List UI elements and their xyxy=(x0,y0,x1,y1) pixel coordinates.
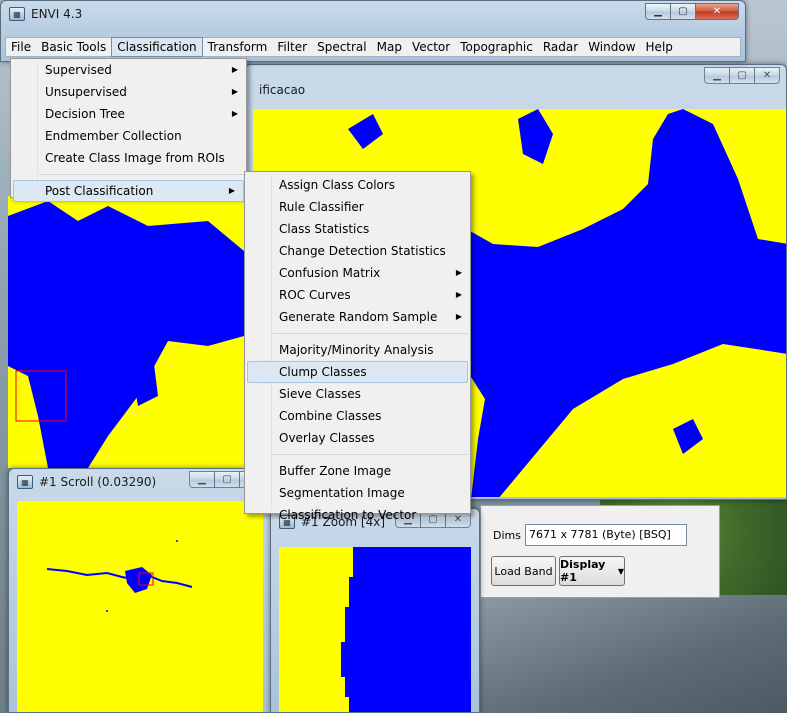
menu-item-label: Rule Classifier xyxy=(279,200,364,214)
menu-item-confusion-matrix[interactable]: Confusion Matrix ▶ xyxy=(245,262,470,284)
maximize-button[interactable]: ▢ xyxy=(670,3,696,20)
menu-item-majority-minority-analysis[interactable]: Majority/Minority Analysis xyxy=(245,339,470,361)
menu-item-label: Majority/Minority Analysis xyxy=(279,343,434,357)
menubar: File Basic Tools Classification Transfor… xyxy=(5,37,741,57)
menu-item-class-statistics[interactable]: Class Statistics xyxy=(245,218,470,240)
menu-basic-tools[interactable]: Basic Tools xyxy=(36,38,111,56)
menu-item-label: Classification to Vector xyxy=(279,508,417,522)
zoom-image[interactable] xyxy=(279,547,471,712)
submenu-arrow-icon: ▶ xyxy=(231,65,238,74)
submenu-arrow-icon: ▶ xyxy=(455,268,462,277)
menu-file[interactable]: File xyxy=(6,38,36,56)
image-window-title: ificacao xyxy=(259,83,306,97)
submenu-arrow-icon: ▶ xyxy=(231,87,238,96)
menu-separator xyxy=(273,454,468,455)
menu-item-label: Sieve Classes xyxy=(279,387,361,401)
menu-vector[interactable]: Vector xyxy=(407,38,455,56)
menu-item-label: Change Detection Statistics xyxy=(279,244,446,258)
menu-radar[interactable]: Radar xyxy=(538,38,583,56)
scroll-image[interactable] xyxy=(17,501,263,712)
menu-item-label: Supervised xyxy=(45,63,112,77)
menu-item-rule-classifier[interactable]: Rule Classifier xyxy=(245,196,470,218)
menu-separator xyxy=(273,333,468,334)
menu-item-decision-tree[interactable]: Decision Tree ▶ xyxy=(11,103,246,125)
menu-spectral[interactable]: Spectral xyxy=(312,38,372,56)
submenu-arrow-icon: ▶ xyxy=(455,312,462,321)
submenu-arrow-icon: ▶ xyxy=(455,290,462,299)
menu-item-label: Clump Classes xyxy=(279,365,367,379)
menu-item-classification-to-vector[interactable]: Classification to Vector xyxy=(245,504,470,526)
dims-label: Dims xyxy=(493,529,521,542)
menu-item-label: Post Classification xyxy=(45,184,154,198)
menu-item-overlay-classes[interactable]: Overlay Classes xyxy=(245,427,470,449)
menu-item-label: Decision Tree xyxy=(45,107,125,121)
image-left-portion xyxy=(8,196,244,468)
menu-item-label: Confusion Matrix xyxy=(279,266,381,280)
menu-item-segmentation-image[interactable]: Segmentation Image xyxy=(245,482,470,504)
close-button[interactable]: ✕ xyxy=(695,3,739,20)
post-classification-menu: Assign Class Colors Rule Classifier Clas… xyxy=(244,171,471,522)
menu-item-generate-random-sample[interactable]: Generate Random Sample ▶ xyxy=(245,306,470,328)
close-button[interactable]: ✕ xyxy=(754,67,780,84)
menu-item-label: ROC Curves xyxy=(279,288,351,302)
menu-item-label: Generate Random Sample xyxy=(279,310,438,324)
menu-item-unsupervised[interactable]: Unsupervised ▶ xyxy=(11,81,246,103)
menu-item-label: Combine Classes xyxy=(279,409,382,423)
menu-item-buffer-zone-image[interactable]: Buffer Zone Image xyxy=(245,460,470,482)
load-band-button[interactable]: Load Band xyxy=(491,556,556,586)
menu-item-clump-classes[interactable]: Clump Classes xyxy=(247,361,468,383)
maximize-button[interactable]: ▢ xyxy=(214,471,240,488)
scroll-overview-map xyxy=(46,540,193,612)
menu-help[interactable]: Help xyxy=(641,38,678,56)
menu-item-roc-curves[interactable]: ROC Curves ▶ xyxy=(245,284,470,306)
envi-title: ENVI 4.3 xyxy=(31,7,83,21)
menu-item-create-class-image[interactable]: Create Class Image from ROIs xyxy=(11,147,246,169)
scroll-window[interactable]: ▦ #1 Scroll (0.03290) ▁ ▢ ✕ xyxy=(8,468,272,713)
menu-map[interactable]: Map xyxy=(372,38,407,56)
scroll-window-title: #1 Scroll (0.03290) xyxy=(39,475,157,489)
menu-item-label: Create Class Image from ROIs xyxy=(45,151,225,165)
menu-transform[interactable]: Transform xyxy=(203,38,273,56)
menu-item-post-classification[interactable]: Post Classification ▶ xyxy=(13,180,244,202)
display-select[interactable]: Display #1 ▼ xyxy=(559,556,625,586)
menu-item-label: Class Statistics xyxy=(279,222,370,236)
zoom-window[interactable]: ▦ #1 Zoom [4x] ▁ ▢ ✕ xyxy=(270,508,480,713)
menu-separator xyxy=(39,174,244,175)
menu-item-label: Buffer Zone Image xyxy=(279,464,392,478)
menu-window[interactable]: Window xyxy=(583,38,640,56)
scroll-window-icon: ▦ xyxy=(17,475,33,489)
menu-filter[interactable]: Filter xyxy=(272,38,312,56)
classification-menu: Supervised ▶ Unsupervised ▶ Decision Tree ▶… xyxy=(10,58,247,202)
menu-topographic[interactable]: Topographic xyxy=(455,38,538,56)
dims-field: 7671 x 7781 (Byte) [BSQ] xyxy=(525,524,687,546)
menu-item-label: Segmentation Image xyxy=(279,486,405,500)
submenu-arrow-icon: ▶ xyxy=(231,109,238,118)
minimize-button[interactable]: ▁ xyxy=(645,3,671,20)
zoom-map xyxy=(341,547,471,712)
submenu-arrow-icon: ▶ xyxy=(228,186,235,195)
menu-item-endmember-collection[interactable]: Endmember Collection xyxy=(11,125,246,147)
menu-item-change-detection-statistics[interactable]: Change Detection Statistics xyxy=(245,240,470,262)
menu-classification[interactable]: Classification xyxy=(111,37,203,57)
display-select-value: Display #1 xyxy=(560,558,606,584)
menu-item-label: Assign Class Colors xyxy=(279,178,396,192)
chevron-down-icon: ▼ xyxy=(617,566,624,576)
menu-item-combine-classes[interactable]: Combine Classes xyxy=(245,405,470,427)
maximize-button[interactable]: ▢ xyxy=(729,67,755,84)
menu-item-label: Overlay Classes xyxy=(279,431,375,445)
envi-main-window[interactable]: ▦ ENVI 4.3 ▁ ▢ ✕ File Basic Tools Classi… xyxy=(0,0,746,62)
menu-item-label: Endmember Collection xyxy=(45,129,182,143)
available-bands-panel: Dims 7671 x 7781 (Byte) [BSQ] Load Band … xyxy=(480,505,720,598)
classification-map-left xyxy=(8,201,244,468)
menu-item-label: Unsupervised xyxy=(45,85,127,99)
desktop-road xyxy=(480,595,787,713)
minimize-button[interactable]: ▁ xyxy=(189,471,215,488)
menu-item-assign-class-colors[interactable]: Assign Class Colors xyxy=(245,174,470,196)
menu-item-sieve-classes[interactable]: Sieve Classes xyxy=(245,383,470,405)
menu-item-supervised[interactable]: Supervised ▶ xyxy=(11,59,246,81)
minimize-button[interactable]: ▁ xyxy=(704,67,730,84)
envi-titlebar[interactable]: ▦ ENVI 4.3 xyxy=(1,1,745,27)
envi-app-icon: ▦ xyxy=(9,7,25,21)
